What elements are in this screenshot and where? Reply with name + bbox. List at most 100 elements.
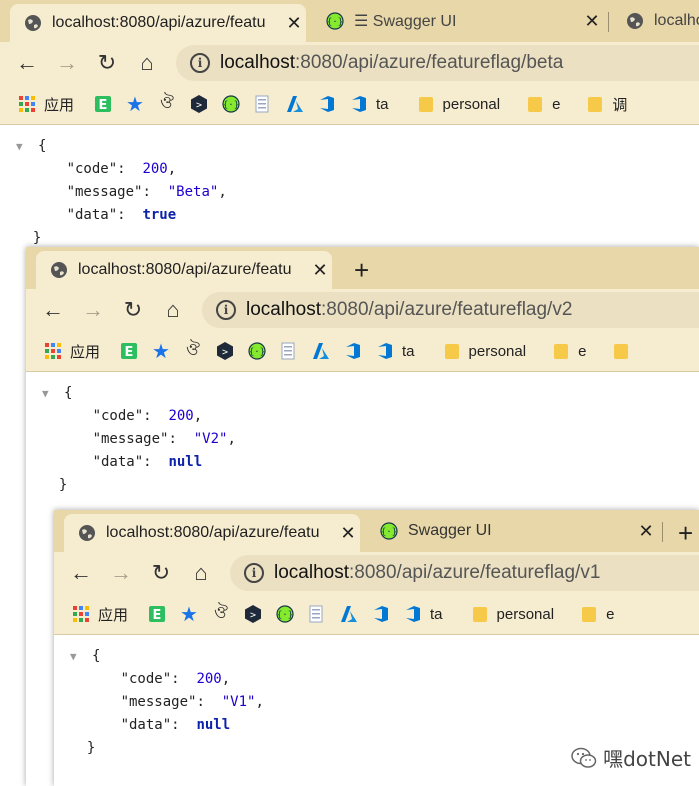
watermark: 嘿dotNet (571, 743, 691, 772)
bookmark-document[interactable] (308, 605, 326, 623)
tab-strip: localhost:8080/api/azure/featu ✕ + (26, 247, 699, 289)
tab-title: localhost:8080/api/azure/featu (106, 524, 320, 541)
script-icon: ঔ (186, 340, 200, 359)
home-button[interactable]: ⌂ (134, 50, 160, 76)
info-icon[interactable]: i (216, 300, 236, 320)
home-button[interactable]: ⌂ (160, 297, 186, 323)
script-icon: ঔ (160, 93, 174, 112)
bookmark-apps[interactable]: 应用 (44, 341, 100, 362)
bookmark-apps[interactable]: 应用 (72, 604, 128, 625)
tab-title: ☰ Swagger UI (354, 13, 457, 30)
bookmark-azure-devops[interactable] (372, 605, 390, 623)
new-tab-button[interactable]: + (678, 518, 693, 549)
reload-button[interactable]: ↻ (148, 560, 174, 586)
bookmark-ta[interactable]: ta (376, 342, 415, 360)
watermark-text: 嘿dotNet (603, 747, 691, 771)
bookmark-folder-e[interactable]: e (552, 342, 586, 360)
folder-icon (586, 95, 604, 113)
folder-icon (443, 342, 461, 360)
tab-featureflag-v2[interactable]: localhost:8080/api/azure/featu ✕ (36, 251, 332, 289)
forward-button[interactable]: → (54, 50, 80, 76)
bookmark-code[interactable]: > (190, 95, 208, 113)
new-tab-button[interactable]: + (354, 255, 369, 286)
bookmark-azure[interactable] (312, 342, 330, 360)
bookmark-swagger[interactable]: {·} (222, 95, 240, 113)
bookmark-star[interactable]: ★ (180, 604, 198, 626)
star-icon: ★ (152, 340, 170, 363)
reload-button[interactable]: ↻ (94, 50, 120, 76)
bookmark-azure-devops[interactable] (344, 342, 362, 360)
bookmark-ta[interactable]: ta (350, 95, 389, 113)
bookmark-folder-personal[interactable]: personal (443, 342, 526, 360)
bookmark-star[interactable]: ★ (152, 340, 170, 363)
bookmark-folder-personal[interactable]: personal (471, 605, 554, 623)
bookmark-document[interactable] (254, 95, 272, 113)
bookmark-script[interactable]: ঔ (158, 93, 176, 113)
back-button[interactable]: ← (40, 297, 66, 323)
close-tab-icon[interactable]: ✕ (336, 523, 360, 544)
address-bar[interactable]: i localhost:8080/api/azure/featureflag/v… (202, 292, 699, 328)
json-value-code: 200 (196, 671, 222, 687)
bookmark-script[interactable]: ঔ (184, 340, 202, 360)
swagger-icon: {·} (326, 12, 344, 30)
address-bar[interactable]: i localhost:8080/api/azure/featureflag/v… (230, 555, 699, 591)
bookmark-script[interactable]: ঔ (212, 603, 230, 623)
toolbar: ← → ↻ ⌂ i localhost:8080/api/azure/featu… (26, 289, 699, 331)
collapse-triangle-icon[interactable]: ▼ (70, 645, 92, 668)
tab-strip: localhost:8080/api/azure/featu ✕ {·} Swa… (54, 510, 699, 552)
close-tab-icon[interactable]: ✕ (282, 13, 306, 34)
json-value-data: null (168, 454, 203, 470)
folder-icon (552, 342, 570, 360)
close-tab-icon[interactable]: ✕ (580, 11, 604, 32)
bookmark-folder-e[interactable]: e (526, 95, 560, 113)
forward-button[interactable]: → (80, 297, 106, 323)
bookmark-code[interactable]: > (216, 342, 234, 360)
bookmark-ta[interactable]: ta (404, 605, 443, 623)
tab-featureflag-beta[interactable]: localhost:8080/api/azure/featu ✕ (10, 4, 306, 42)
reload-button[interactable]: ↻ (120, 297, 146, 323)
close-tab-icon[interactable]: ✕ (634, 521, 658, 542)
bookmark-apps[interactable]: 应用 (18, 94, 74, 115)
swagger-icon: {·} (380, 522, 398, 540)
tab-featureflag-v1[interactable]: localhost:8080/api/azure/featu ✕ (64, 514, 360, 552)
bookmark-document[interactable] (280, 342, 298, 360)
bookmark-folder-cut[interactable]: 调 (586, 94, 627, 115)
bookmark-folder-personal[interactable]: personal (417, 95, 500, 113)
tab-swagger-ui[interactable]: {·} ☰ Swagger UI ✕ (312, 0, 604, 42)
collapse-triangle-icon[interactable]: ▼ (42, 382, 64, 405)
bookmark-evernote[interactable]: E (148, 605, 166, 623)
svg-text:E: E (125, 345, 134, 360)
back-button[interactable]: ← (68, 560, 94, 586)
folder-icon (580, 605, 598, 623)
forward-button[interactable]: → (108, 560, 134, 586)
swagger-icon: {·} (276, 605, 294, 623)
globe-icon (24, 14, 42, 32)
info-icon[interactable]: i (244, 563, 264, 583)
bookmark-azure-devops[interactable] (318, 95, 336, 113)
json-value-message: "Beta" (167, 184, 219, 200)
close-tab-icon[interactable]: ✕ (308, 260, 332, 281)
svg-text:>: > (250, 610, 256, 621)
azure-icon (286, 95, 304, 113)
bookmark-azure[interactable] (340, 605, 358, 623)
star-icon: ★ (126, 93, 144, 116)
bookmark-swagger[interactable]: {·} (276, 605, 294, 623)
bookmark-star[interactable]: ★ (126, 93, 144, 116)
bookmark-swagger[interactable]: {·} (248, 342, 266, 360)
back-button[interactable]: ← (14, 50, 40, 76)
bookmark-evernote[interactable]: E (120, 342, 138, 360)
tab-localhost[interactable]: localho (612, 0, 699, 42)
info-icon[interactable]: i (190, 53, 210, 73)
bookmark-folder[interactable] (612, 342, 630, 360)
svg-text:{·}: {·} (327, 18, 343, 28)
bookmark-azure[interactable] (286, 95, 304, 113)
address-bar[interactable]: i localhost:8080/api/azure/featureflag/b… (176, 45, 699, 81)
bookmark-evernote[interactable]: E (94, 95, 112, 113)
svg-text:E: E (99, 98, 108, 113)
tab-swagger-ui[interactable]: {·} Swagger UI ✕ (366, 510, 658, 552)
bookmark-code[interactable]: > (244, 605, 262, 623)
tab-title: localhost:8080/api/azure/featu (78, 261, 292, 278)
bookmark-folder-e[interactable]: e (580, 605, 614, 623)
collapse-triangle-icon[interactable]: ▼ (16, 135, 38, 158)
home-button[interactable]: ⌂ (188, 560, 214, 586)
